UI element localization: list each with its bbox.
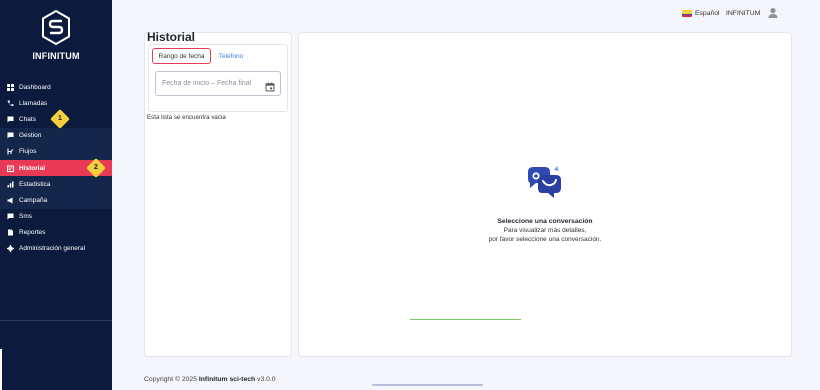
history-icon	[7, 165, 14, 172]
sidebar-item-reportes[interactable]: Reportes	[0, 225, 112, 241]
footer: Copyright © 2025 Infinitum sci-tech v3.0…	[144, 376, 276, 383]
badge-number: 2	[93, 162, 99, 171]
phone-icon	[7, 100, 14, 107]
language-selector[interactable]: Español	[695, 10, 720, 17]
footer-company: Infinitum sci-tech	[198, 376, 256, 383]
sidebar-item-dashboard[interactable]: Dashboard	[0, 79, 112, 95]
sidebar-edge	[0, 349, 2, 390]
sidebar-item-gestion[interactable]: Gestion	[0, 127, 112, 144]
date-separator: –	[211, 80, 215, 87]
flow-icon	[7, 148, 14, 155]
empty-conversation-title: Seleccione una conversación	[497, 218, 593, 225]
chat-icon	[7, 132, 14, 139]
annotation-badge: 2	[86, 158, 106, 178]
report-icon	[7, 229, 14, 236]
loading-bar	[410, 319, 521, 320]
sidebar: INFINITUM Dashboard Llamadas Chats Gesti…	[0, 0, 112, 390]
sidebar-item-administracion[interactable]: Administración general	[0, 241, 112, 257]
empty-conversation-line: por favor seleccione una conversación.	[488, 236, 602, 243]
sidebar-item-estadistica[interactable]: Estadistica	[0, 176, 112, 193]
user-avatar-icon[interactable]	[766, 6, 780, 20]
sidebar-divider	[0, 320, 112, 321]
annotation-badge: 1	[50, 109, 70, 129]
date-range-input[interactable]: Fecha de inicio – Fecha final	[155, 71, 281, 96]
footer-version: v3.0.0	[257, 376, 276, 383]
sms-icon	[7, 213, 14, 220]
badge-number: 1	[57, 113, 63, 122]
user-name[interactable]: INFINITUM	[726, 10, 760, 17]
sidebar-item-sms[interactable]: Sms	[0, 209, 112, 225]
date-end-placeholder: Fecha final	[217, 80, 252, 87]
logo-icon	[42, 10, 70, 46]
footer-bar	[372, 384, 483, 386]
sidebar-item-label: Campaña	[19, 196, 48, 204]
empty-conversation-line: Para visualizar más detalles,	[503, 227, 587, 234]
gear-icon	[7, 245, 14, 253]
sidebar-item-campana[interactable]: Campaña	[0, 192, 112, 209]
chart-icon	[7, 181, 14, 188]
chat-illustration-icon	[524, 164, 564, 200]
sidebar-item-llamadas[interactable]: Llamadas	[0, 95, 112, 111]
colombia-flag-icon[interactable]	[682, 10, 692, 17]
sidebar-item-label: Chats	[19, 115, 36, 123]
sidebar-item-label: Reportes	[19, 229, 46, 237]
page-title: Historial	[147, 30, 196, 44]
sidebar-item-label: Administración general	[19, 245, 86, 253]
sidebar-item-label: Dashboard	[19, 83, 51, 91]
date-start-placeholder: Fecha de inicio	[162, 80, 209, 87]
sidebar-item-label: Gestion	[19, 132, 42, 140]
sidebar-item-label: Sms	[19, 213, 32, 221]
brand-logo[interactable]: INFINITUM	[0, 8, 112, 64]
sidebar-item-label: Llamadas	[19, 99, 48, 107]
brand-name: INFINITUM	[32, 51, 80, 61]
megaphone-icon	[7, 197, 14, 204]
chat-icon	[7, 116, 14, 123]
grid-icon	[7, 83, 14, 91]
sidebar-item-label: Flujos	[19, 148, 37, 156]
sidebar-item-label: Estadistica	[19, 180, 51, 188]
calendar-icon[interactable]	[265, 79, 275, 92]
sidebar-item-label: Historial	[19, 164, 46, 172]
tab-phone[interactable]: Teléfono	[213, 48, 249, 64]
empty-list-message: Esta lista se encuentra vacia	[147, 114, 226, 121]
footer-copyright: Copyright © 2025	[144, 376, 197, 383]
tab-date-range[interactable]: Rango de fecha	[152, 48, 211, 64]
